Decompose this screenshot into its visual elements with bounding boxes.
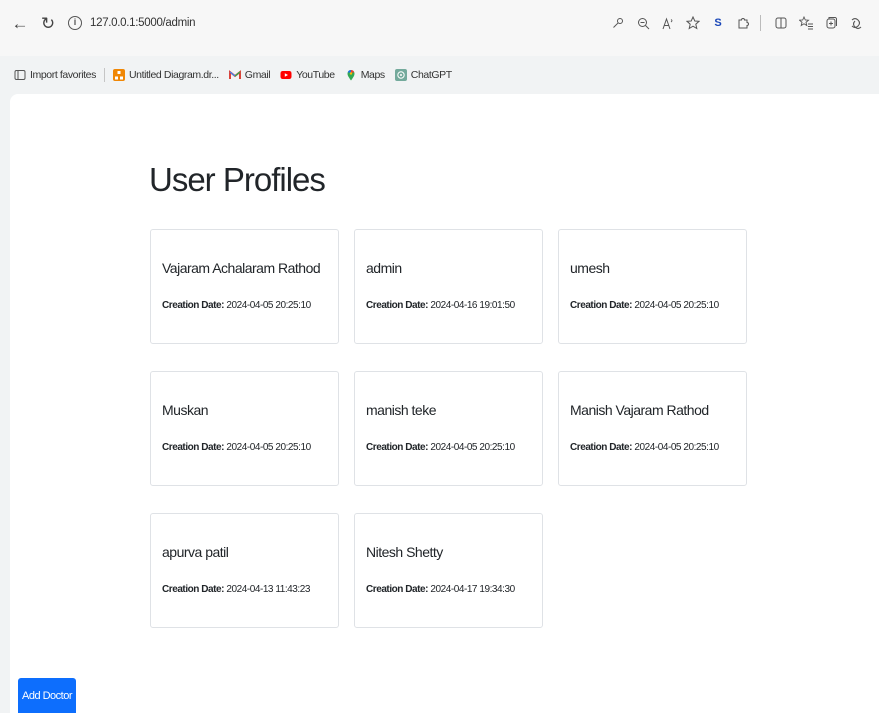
profile-name: umesh xyxy=(570,260,610,276)
address-url[interactable]: 127.0.0.1:5000/admin xyxy=(90,17,196,29)
back-arrow-icon[interactable]: ← xyxy=(10,14,30,34)
bookmark-label: YouTube xyxy=(296,69,335,81)
profile-creation-date: Creation Date: 2024-04-05 20:25:10 xyxy=(570,442,719,453)
site-info-icon[interactable]: i xyxy=(68,16,82,30)
profile-card: apurva patil Creation Date: 2024-04-13 1… xyxy=(150,513,339,628)
profile-creation-date: Creation Date: 2024-04-05 20:25:10 xyxy=(162,442,311,453)
creation-date-label: Creation Date: xyxy=(570,300,633,311)
profile-card: Manish Vajaram Rathod Creation Date: 202… xyxy=(558,371,747,486)
browser-toolbar: ← ↻ i 127.0.0.1:5000/admin S xyxy=(0,0,879,56)
profile-creation-date: Creation Date: 2024-04-16 19:01:50 xyxy=(366,300,515,311)
profile-creation-date: Creation Date: 2024-04-05 20:25:10 xyxy=(570,300,719,311)
reload-icon[interactable]: ↻ xyxy=(38,14,58,34)
address-bar[interactable]: i 127.0.0.1:5000/admin xyxy=(68,12,208,34)
import-icon xyxy=(14,69,26,81)
creation-date-value: 2024-04-05 20:25:10 xyxy=(226,300,311,311)
profile-card: admin Creation Date: 2024-04-16 19:01:50 xyxy=(354,229,543,344)
creation-date-label: Creation Date: xyxy=(366,584,429,595)
profile-name: Nitesh Shetty xyxy=(366,544,443,560)
favorites-icon[interactable] xyxy=(795,12,817,34)
profile-card: Nitesh Shetty Creation Date: 2024-04-17 … xyxy=(354,513,543,628)
creation-date-value: 2024-04-16 19:01:50 xyxy=(430,300,515,311)
favorite-star-icon[interactable] xyxy=(682,12,704,34)
bookmark-label: Untitled Diagram.dr... xyxy=(128,69,219,81)
creation-date-value: 2024-04-05 20:25:10 xyxy=(430,442,515,453)
bookmark-untitled-diagram[interactable]: Untitled Diagram.dr... xyxy=(112,69,219,81)
creation-date-label: Creation Date: xyxy=(366,300,429,311)
drawio-icon xyxy=(112,69,125,81)
profile-creation-date: Creation Date: 2024-04-17 19:34:30 xyxy=(366,584,515,595)
creation-date-label: Creation Date: xyxy=(366,442,429,453)
profile-card: manish teke Creation Date: 2024-04-05 20… xyxy=(354,371,543,486)
creation-date-label: Creation Date: xyxy=(162,300,225,311)
creation-date-value: 2024-04-13 11:43:23 xyxy=(226,584,310,595)
bookmark-youtube[interactable]: YouTube xyxy=(280,69,335,81)
creation-date-value: 2024-04-05 20:25:10 xyxy=(634,442,719,453)
bookmark-chatgpt[interactable]: ChatGPT xyxy=(394,69,452,81)
key-icon[interactable] xyxy=(607,12,629,34)
chatgpt-icon xyxy=(394,69,407,81)
bookmark-divider xyxy=(103,68,105,82)
creation-date-label: Creation Date: xyxy=(570,442,633,453)
profile-name: Muskan xyxy=(162,402,209,418)
split-screen-icon[interactable] xyxy=(770,12,792,34)
bookmark-gmail[interactable]: Gmail xyxy=(228,69,271,81)
creation-date-value: 2024-04-05 20:25:10 xyxy=(226,442,311,453)
youtube-icon xyxy=(280,69,292,81)
profile-name: Manish Vajaram Rathod xyxy=(570,402,709,418)
profile-creation-date: Creation Date: 2024-04-13 11:43:23 xyxy=(162,584,310,595)
add-doctor-button[interactable]: Add Doctor xyxy=(18,678,76,713)
profile-creation-date: Creation Date: 2024-04-05 20:25:10 xyxy=(366,442,515,453)
extensions-icon[interactable] xyxy=(732,12,754,34)
zoom-icon[interactable] xyxy=(632,12,654,34)
creation-date-label: Creation Date: xyxy=(162,584,225,595)
profile-card: Muskan Creation Date: 2024-04-05 20:25:1… xyxy=(150,371,339,486)
bookmark-import-favorites[interactable]: Import favorites xyxy=(14,69,96,81)
bookmark-label: Gmail xyxy=(244,69,271,81)
bookmark-label: Import favorites xyxy=(30,69,96,81)
creation-date-value: 2024-04-05 20:25:10 xyxy=(634,300,719,311)
read-aloud-icon[interactable] xyxy=(657,12,679,34)
gmail-icon xyxy=(228,69,241,81)
bookmark-label: ChatGPT xyxy=(410,69,452,81)
collections-icon[interactable] xyxy=(820,12,842,34)
bookmark-maps[interactable]: Maps xyxy=(345,69,385,81)
profile-creation-date: Creation Date: 2024-04-05 20:25:10 xyxy=(162,300,311,311)
copilot-icon[interactable] xyxy=(845,12,867,34)
creation-date-label: Creation Date: xyxy=(162,442,225,453)
bookmark-label: Maps xyxy=(360,69,385,81)
maps-icon xyxy=(345,69,357,81)
profile-card: umesh Creation Date: 2024-04-05 20:25:10 xyxy=(558,229,747,344)
toolbar-icons: S xyxy=(604,11,867,35)
profile-name: admin xyxy=(366,260,402,276)
creation-date-value: 2024-04-17 19:34:30 xyxy=(430,584,515,595)
toolbar-divider xyxy=(760,15,761,31)
profile-name: apurva patil xyxy=(162,544,229,560)
profile-name: manish teke xyxy=(366,402,436,418)
extension-s-icon[interactable]: S xyxy=(707,12,729,34)
profile-card: Vajaram Achalaram Rathod Creation Date: … xyxy=(150,229,339,344)
bookmarks-bar: Import favorites Untitled Diagram.dr... … xyxy=(0,64,879,86)
page-title: User Profiles xyxy=(149,161,326,198)
profile-name: Vajaram Achalaram Rathod xyxy=(162,260,321,276)
page-content: User Profiles Vajaram Achalaram Rathod C… xyxy=(10,94,879,713)
